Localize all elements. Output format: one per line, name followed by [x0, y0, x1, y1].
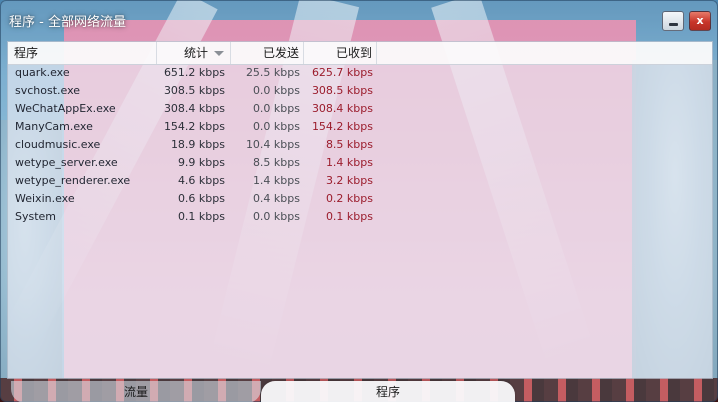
total-rate: 4.6 kbps — [177, 174, 225, 187]
sort-descending-icon — [214, 51, 224, 56]
minimize-button[interactable] — [662, 11, 684, 31]
tab-programs[interactable]: 程序 — [261, 381, 515, 402]
column-header-sent[interactable]: 已发送 — [231, 42, 304, 64]
program-name: wetype_server.exe — [15, 156, 118, 169]
received-rate: 625.7 kbps — [311, 66, 373, 79]
sent-rate: 0.0 kbps — [252, 210, 300, 223]
table-row[interactable]: wetype_renderer.exe 4.6 kbps 1.4 kbps 3.… — [8, 172, 712, 190]
title-bar[interactable]: 程序 - 全部网络流量 x — [1, 1, 717, 37]
tab-traffic[interactable]: 流量 — [11, 381, 261, 402]
table-body: quark.exe 651.2 kbps 25.5 kbps 625.7 kbp… — [8, 64, 712, 226]
column-header-program-label: 程序 — [14, 46, 39, 60]
table-header: 程序 统计 已发送 已收到 — [8, 42, 712, 65]
total-rate: 0.1 kbps — [177, 210, 225, 223]
program-name: quark.exe — [15, 66, 70, 79]
received-rate: 3.2 kbps — [325, 174, 373, 187]
desktop-backdrop: 程序 - 全部网络流量 x 程序 统计 已发送 已收到 quark.exe 65… — [0, 0, 718, 402]
window-title: 程序 - 全部网络流量 — [9, 15, 126, 30]
sent-rate: 0.4 kbps — [252, 192, 300, 205]
received-rate: 308.5 kbps — [311, 84, 373, 97]
total-rate: 18.9 kbps — [170, 138, 225, 151]
total-rate: 0.6 kbps — [177, 192, 225, 205]
sent-rate: 0.0 kbps — [252, 84, 300, 97]
total-rate: 308.5 kbps — [163, 84, 225, 97]
program-name: ManyCam.exe — [15, 120, 93, 133]
table-row[interactable]: wetype_server.exe 9.9 kbps 8.5 kbps 1.4 … — [8, 154, 712, 172]
total-rate: 154.2 kbps — [163, 120, 225, 133]
received-rate: 8.5 kbps — [325, 138, 373, 151]
sent-rate: 25.5 kbps — [245, 66, 300, 79]
minimize-icon — [669, 23, 678, 26]
program-name: Weixin.exe — [15, 192, 75, 205]
table-row[interactable]: svchost.exe 308.5 kbps 0.0 kbps 308.5 kb… — [8, 82, 712, 100]
total-rate: 651.2 kbps — [163, 66, 225, 79]
received-rate: 154.2 kbps — [311, 120, 373, 133]
table-row[interactable]: Weixin.exe 0.6 kbps 0.4 kbps 0.2 kbps — [8, 190, 712, 208]
received-rate: 308.4 kbps — [311, 102, 373, 115]
table-row[interactable]: WeChatAppEx.exe 308.4 kbps 0.0 kbps 308.… — [8, 100, 712, 118]
sent-rate: 0.0 kbps — [252, 120, 300, 133]
program-name: System — [15, 210, 57, 223]
received-rate: 1.4 kbps — [325, 156, 373, 169]
table-row[interactable]: quark.exe 651.2 kbps 25.5 kbps 625.7 kbp… — [8, 64, 712, 82]
traffic-table: 程序 统计 已发送 已收到 quark.exe 651.2 kbps 25.5 … — [7, 41, 713, 379]
sent-rate: 0.0 kbps — [252, 102, 300, 115]
total-rate: 308.4 kbps — [163, 102, 225, 115]
table-row[interactable]: System 0.1 kbps 0.0 kbps 0.1 kbps — [8, 208, 712, 226]
received-rate: 0.2 kbps — [325, 192, 373, 205]
column-header-total-label: 统计 — [183, 46, 208, 60]
table-row[interactable]: ManyCam.exe 154.2 kbps 0.0 kbps 154.2 kb… — [8, 118, 712, 136]
program-name: WeChatAppEx.exe — [15, 102, 116, 115]
sent-rate: 10.4 kbps — [245, 138, 300, 151]
column-header-program[interactable]: 程序 — [8, 42, 157, 64]
program-name: cloudmusic.exe — [15, 138, 101, 151]
total-rate: 9.9 kbps — [177, 156, 225, 169]
column-header-total[interactable]: 统计 — [157, 42, 231, 64]
program-name: svchost.exe — [15, 84, 81, 97]
received-rate: 0.1 kbps — [325, 210, 373, 223]
bottom-tabs: 流量 程序 — [1, 381, 718, 402]
network-traffic-window: 程序 - 全部网络流量 x 程序 统计 已发送 已收到 quark.exe 65… — [0, 0, 718, 402]
program-name: wetype_renderer.exe — [15, 174, 131, 187]
table-row[interactable]: cloudmusic.exe 18.9 kbps 10.4 kbps 8.5 k… — [8, 136, 712, 154]
close-button[interactable]: x — [689, 11, 711, 31]
column-header-received-label: 已收到 — [335, 46, 372, 60]
column-header-received[interactable]: 已收到 — [304, 42, 377, 64]
column-header-sent-label: 已发送 — [262, 46, 299, 60]
sent-rate: 8.5 kbps — [252, 156, 300, 169]
sent-rate: 1.4 kbps — [252, 174, 300, 187]
